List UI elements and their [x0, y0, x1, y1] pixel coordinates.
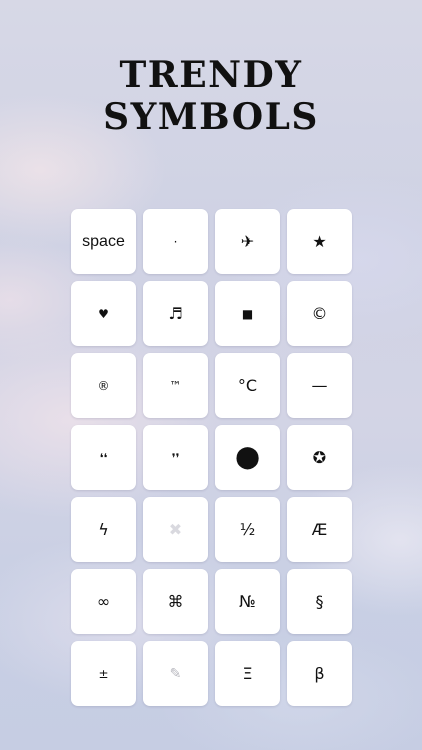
key-airplane[interactable]: ✈ — [215, 209, 280, 274]
key-heart[interactable]: ♥ — [71, 281, 136, 346]
key-label: °C — [237, 375, 258, 395]
key-space[interactable]: space — [71, 209, 136, 274]
key-trademark[interactable]: ™ — [143, 353, 208, 418]
key-label: ★ — [312, 231, 327, 251]
title-line-1: TRENDY — [119, 54, 303, 96]
key-label: ✪ — [312, 447, 327, 467]
key-label: ♥ — [98, 306, 109, 321]
key-infinity[interactable]: ∞ — [71, 569, 136, 634]
key-circled-star[interactable]: ✪ — [287, 425, 352, 490]
key-section[interactable]: § — [287, 569, 352, 634]
key-label: ½ — [239, 519, 256, 539]
key-label: space — [82, 232, 125, 250]
key-multiplication-x[interactable]: ✖ — [143, 497, 208, 562]
key-label: ✎ — [169, 665, 182, 682]
key-close-quote[interactable]: ❜❜ — [143, 425, 208, 490]
key-label: ✖ — [168, 519, 183, 539]
page-title: TRENDY SYMBOLS — [0, 54, 422, 138]
key-open-quote[interactable]: ❛❛ — [71, 425, 136, 490]
key-label: — — [311, 375, 328, 395]
key-label: ∞ — [96, 591, 111, 611]
key-em-dash[interactable]: — — [287, 353, 352, 418]
key-plus-minus[interactable]: ± — [71, 641, 136, 706]
key-label: ♬ — [168, 303, 183, 323]
key-pencil[interactable]: ✎ — [143, 641, 208, 706]
key-label: Æ — [311, 519, 328, 539]
key-label: ❛❛ — [99, 450, 108, 465]
key-label: ⬤ — [235, 444, 260, 470]
key-lightning[interactable]: ϟ — [71, 497, 136, 562]
key-copyright[interactable]: © — [287, 281, 352, 346]
key-label: ± — [98, 666, 109, 681]
key-xi[interactable]: Ξ — [215, 641, 280, 706]
key-label: · — [173, 234, 178, 249]
key-command[interactable]: ⌘ — [143, 569, 208, 634]
symbol-grid: space · ✈ ★ ♥ ♬ ■ © ® ™ °C — ❛❛ ❜❜ ⬤ ✪ ϟ… — [71, 209, 352, 706]
key-label: ⌘ — [167, 591, 184, 611]
key-ae[interactable]: Æ — [287, 497, 352, 562]
key-one-half[interactable]: ½ — [215, 497, 280, 562]
title-line-2: SYMBOLS — [103, 96, 319, 138]
key-label: § — [315, 591, 324, 611]
key-black-square[interactable]: ■ — [215, 281, 280, 346]
key-label: β — [314, 663, 325, 683]
key-label: Ξ — [242, 663, 253, 683]
key-degrees-celsius[interactable]: °C — [215, 353, 280, 418]
key-label: № — [239, 591, 256, 611]
key-beta[interactable]: β — [287, 641, 352, 706]
key-numero[interactable]: № — [215, 569, 280, 634]
key-music-notes[interactable]: ♬ — [143, 281, 208, 346]
key-label: © — [311, 303, 328, 323]
key-label: ϟ — [98, 519, 109, 539]
key-label: ✈ — [240, 231, 255, 251]
key-star[interactable]: ★ — [287, 209, 352, 274]
key-label: ® — [97, 378, 110, 393]
key-registered[interactable]: ® — [71, 353, 136, 418]
key-label: ■ — [241, 306, 254, 321]
key-middle-dot[interactable]: · — [143, 209, 208, 274]
key-label: ❜❜ — [171, 450, 180, 465]
key-black-circle[interactable]: ⬤ — [215, 425, 280, 490]
key-label: ™ — [169, 378, 182, 393]
